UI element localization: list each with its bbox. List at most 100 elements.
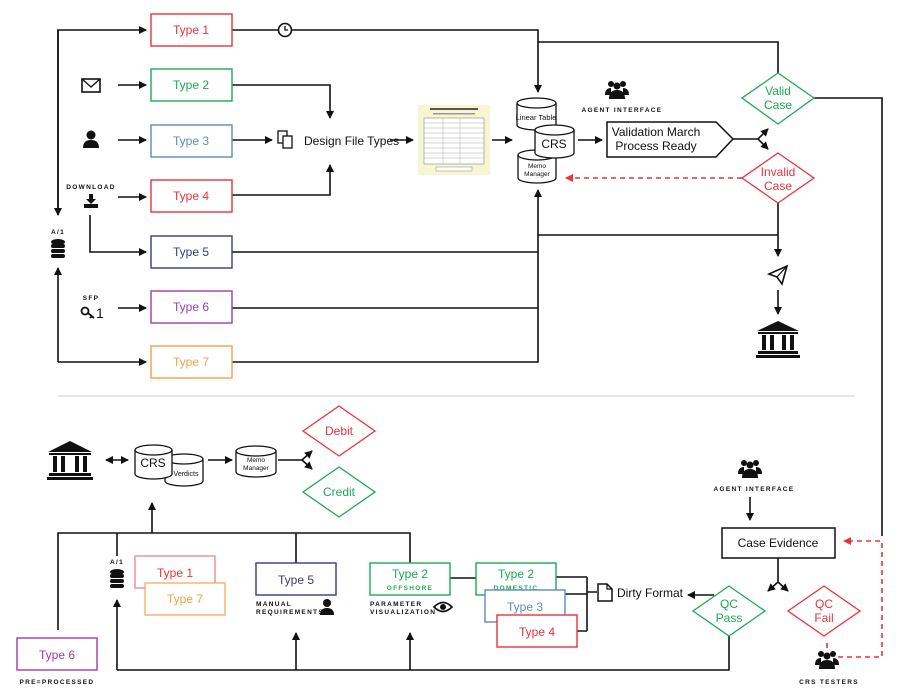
svg-text:Pass: Pass <box>716 611 743 625</box>
document-icon <box>597 583 613 602</box>
svg-text:QC: QC <box>815 597 833 611</box>
diagram-canvas: Type 1 Type 2 Type 3 Type 4 Type 5 Type … <box>16 13 883 686</box>
case-to-qc-fail-arrow <box>777 581 789 592</box>
database-icon-bottom <box>110 569 124 588</box>
svg-text:Case Evidence: Case Evidence <box>738 536 819 550</box>
crs-db-bottom[interactable]: CRS <box>134 444 173 480</box>
param-label-2: VISUALIZATION <box>370 609 436 616</box>
svg-text:Type 2: Type 2 <box>173 78 209 92</box>
svg-text:Type 3: Type 3 <box>507 600 543 614</box>
svg-text:Type 7: Type 7 <box>167 592 203 606</box>
eye-icon <box>432 601 454 613</box>
design-file-types-label: Design File Types <box>304 134 399 148</box>
invalid-case-diamond[interactable]: Invalid Case <box>740 152 816 204</box>
svg-text:CRS: CRS <box>140 456 165 470</box>
svg-text:Linear Table: Linear Table <box>516 113 557 122</box>
qc-pass-diamond[interactable]: QC Pass <box>691 585 767 637</box>
svg-text:Type 4: Type 4 <box>173 189 209 203</box>
svg-text:Type 3: Type 3 <box>173 134 209 148</box>
type1-to-linear-table-arrow <box>232 29 542 93</box>
user-icon <box>83 130 99 148</box>
case-evidence-box[interactable]: Case Evidence <box>721 527 836 559</box>
svg-text:Credit: Credit <box>323 485 356 499</box>
svg-text:Fail: Fail <box>814 611 833 625</box>
memo-manager-db-bottom[interactable]: Memo Manager <box>235 445 277 478</box>
svg-text:OFFSHORE: OFFSHORE <box>387 585 434 592</box>
svg-text:Type 4: Type 4 <box>519 625 555 639</box>
svg-text:Case: Case <box>764 179 792 193</box>
files-icon <box>277 130 293 149</box>
type7-box-bottom[interactable]: Type 7 <box>144 582 226 616</box>
manual-label-2: REQUIREMENTS <box>256 609 324 616</box>
validation-process-box[interactable]: Validation March Process Ready <box>606 121 735 158</box>
key-icon <box>80 306 95 319</box>
group-icon <box>605 81 629 99</box>
type2-box[interactable]: Type 2 <box>150 68 233 102</box>
sfp-label: SFP <box>83 295 100 302</box>
svg-text:Manager: Manager <box>524 171 550 178</box>
svg-text:Type 1: Type 1 <box>157 566 193 580</box>
qc-pass-return-line <box>117 636 730 671</box>
type4-box-bottom[interactable]: Type 4 <box>496 614 578 648</box>
type1-box[interactable]: Type 1 <box>150 13 233 47</box>
svg-text:Type 7: Type 7 <box>173 355 209 369</box>
agent-interface-label-top: AGENT INTERFACE <box>582 107 663 114</box>
type6-box[interactable]: Type 6 <box>150 290 233 324</box>
type7-box[interactable]: Type 7 <box>150 345 233 379</box>
crs-db[interactable]: CRS <box>534 124 575 159</box>
manual-label-1: MANUAL <box>256 601 292 608</box>
credit-diamond[interactable]: Credit <box>301 466 377 518</box>
workflow-diagram: Type 1 Type 2 Type 3 Type 4 Type 5 Type … <box>0 0 900 700</box>
svg-text:Type 5: Type 5 <box>278 573 314 587</box>
qc-fail-diamond[interactable]: QC Fail <box>786 585 862 637</box>
a1-label-bottom: A/1 <box>110 559 124 566</box>
param-label-1: PARAMETER <box>370 601 422 608</box>
type4-box[interactable]: Type 4 <box>150 179 233 213</box>
memo-to-credit-arrow <box>301 459 313 470</box>
type2-to-design-arrow <box>232 84 334 119</box>
svg-text:Valid: Valid <box>765 84 791 98</box>
svg-text:Invalid: Invalid <box>761 165 796 179</box>
bank-icon-top <box>756 321 800 358</box>
agent-interface-label-bottom: AGENT INTERFACE <box>714 486 795 493</box>
dirty-format-label: Dirty Format <box>617 586 684 600</box>
debit-diamond[interactable]: Debit <box>301 405 377 457</box>
group-icon-bottom <box>738 460 762 478</box>
valid-case-diamond[interactable]: Valid Case <box>740 72 816 125</box>
document-thumbnail[interactable] <box>418 105 490 175</box>
validation-to-invalid-arrow <box>757 138 769 150</box>
crs-to-valid-line <box>538 41 779 73</box>
paper-plane-icon <box>766 264 789 286</box>
type4-to-design-arrow <box>232 164 334 196</box>
user-icon-bottom <box>320 599 334 615</box>
clock-icon <box>277 22 293 38</box>
crs-testers-label: CRS TESTERS <box>799 679 859 686</box>
crs-testers-icon <box>815 651 839 669</box>
download-icon <box>84 194 98 208</box>
bank-icon-bottom <box>47 441 93 480</box>
type5-box-bottom[interactable]: Type 5 <box>255 562 337 596</box>
database-icon <box>51 239 65 258</box>
type6-box-bottom[interactable]: Type 6 <box>16 637 98 671</box>
top-type-boxes: Type 1 Type 2 Type 3 Type 4 Type 5 Type … <box>150 13 233 379</box>
type5-box[interactable]: Type 5 <box>150 235 233 269</box>
case-to-qc-pass-arrow <box>767 558 779 592</box>
svg-text:Case: Case <box>764 98 792 112</box>
memo-to-debit-arrow <box>278 450 313 461</box>
svg-text:Type 2: Type 2 <box>392 567 428 581</box>
type3-box[interactable]: Type 3 <box>150 124 233 158</box>
envelope-icon <box>81 78 101 93</box>
svg-text:CRS: CRS <box>541 137 566 151</box>
svg-text:Type 6: Type 6 <box>39 648 75 662</box>
svg-text:Memo: Memo <box>247 457 265 464</box>
types-to-memo-arrow <box>232 189 542 363</box>
a1-label: A/1 <box>51 229 65 236</box>
svg-text:Type 1: Type 1 <box>173 23 209 37</box>
svg-text:Type 2: Type 2 <box>498 567 534 581</box>
valid-to-case-evidence-line <box>814 97 883 536</box>
svg-text:Type 5: Type 5 <box>173 245 209 259</box>
svg-text:Process Ready: Process Ready <box>615 139 696 153</box>
type2-offshore-box[interactable]: Type 2 OFFSHORE <box>369 562 451 596</box>
svg-text:Validation March: Validation March <box>612 125 701 139</box>
testers-to-case-evidence-dashed-arrow <box>838 537 883 658</box>
